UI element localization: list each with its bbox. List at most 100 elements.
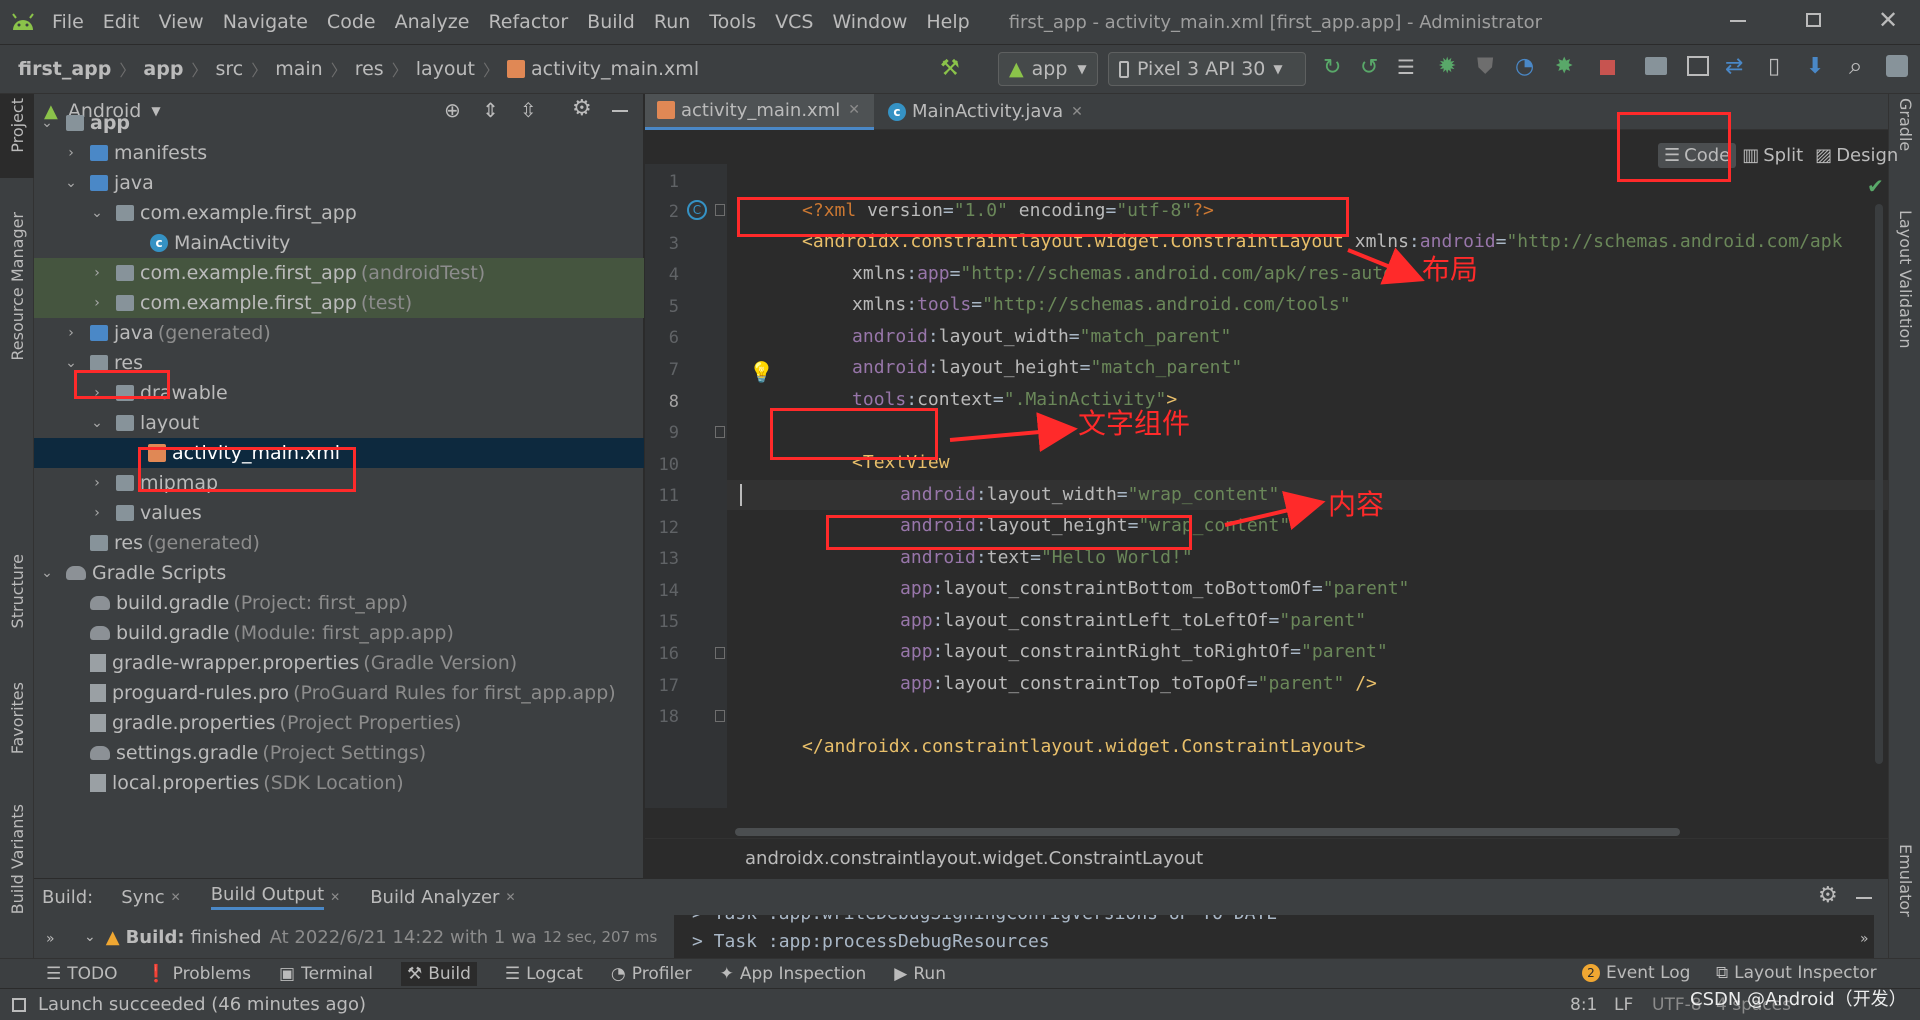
chevron-right-icon[interactable]: › [64,146,78,160]
build-status-row[interactable]: ⌄ ▲ Build: finished At 2022/6/21 14:22 w… [84,923,684,951]
minimize-icon[interactable] [1730,20,1746,22]
breadcrumb-src[interactable]: src [215,58,243,80]
tab-build-output[interactable]: Build Output [210,884,325,910]
debug-icon[interactable]: ✹ [1438,54,1456,79]
stop-icon[interactable] [1600,60,1615,75]
tab-mainactivity-java[interactable]: c MainActivity.java ✕ [874,94,1097,130]
tree-item-gradle-scripts[interactable]: ⌄ Gradle Scripts [34,558,644,588]
search-icon[interactable]: ⌕ [1849,52,1862,80]
horizontal-scrollbar[interactable] [735,828,1680,836]
device-manager-icon[interactable] [1687,56,1709,76]
run-config-dropdown[interactable]: ▲ app ▼ [998,52,1098,86]
chevron-down-icon[interactable]: ⌄ [64,356,78,370]
breadcrumb-res[interactable]: res [355,58,384,80]
xml-path-label[interactable]: androidx.constraintlayout.widget.Constra… [745,848,1203,869]
chevron-down-icon[interactable]: ⌄ [90,206,104,220]
tree-item-package-test[interactable]: › com.example.first_app (test) [34,288,644,318]
expand-icon[interactable]: » [1860,931,1869,947]
line-separator[interactable]: LF [1614,995,1633,1015]
chevron-right-icon[interactable]: › [64,326,78,340]
tab-build-analyzer[interactable]: Build Analyzer [370,887,499,908]
tree-item-settings-gradle[interactable]: settings.gradle (Project Settings) [34,738,644,768]
menu-vcs[interactable]: VCS [775,11,813,33]
tree-item-activity-main-xml[interactable]: activity_main.xml [34,438,644,468]
chevron-right-icon[interactable]: › [90,386,104,400]
tool-window-favorites[interactable]: Favorites [8,682,27,754]
profile-icon[interactable]: ◔ [1515,54,1534,79]
tree-item-values[interactable]: › values [34,498,644,528]
tool-window-project[interactable]: Project [8,98,27,153]
apply-code-changes-icon[interactable]: ↺ [1360,55,1378,80]
design-view-button[interactable]: ▨ Design [1815,145,1898,166]
tab-sync[interactable]: Sync [121,887,164,908]
tool-build[interactable]: ⚒ Build [400,961,477,986]
menu-build[interactable]: Build [587,11,635,33]
split-view-button[interactable]: ▥ Split [1742,145,1803,166]
apply-changes-icon[interactable]: ↻ [1323,55,1341,80]
chevron-right-icon[interactable]: › [90,296,104,310]
tab-activity-main-xml[interactable]: activity_main.xml ✕ [645,93,874,130]
breadcrumb-project[interactable]: first_app [18,58,111,80]
tree-item-mainactivity[interactable]: c MainActivity [34,228,644,258]
breadcrumb-file[interactable]: activity_main.xml [531,58,699,80]
menu-view[interactable]: View [159,11,204,33]
attach-debugger-icon[interactable]: ⛊ [1477,54,1494,79]
menu-navigate[interactable]: Navigate [223,11,308,33]
chevron-down-icon[interactable]: ⌄ [64,176,78,190]
hammer-icon[interactable]: ⚒ [940,56,960,81]
close-tab-icon[interactable]: ✕ [1071,104,1083,120]
tool-logcat[interactable]: ☰ Logcat [505,964,583,984]
gear-icon[interactable]: ⚙ [1818,883,1838,908]
menu-analyze[interactable]: Analyze [395,11,470,33]
sdk-manager-icon[interactable]: ⬇ [1806,54,1824,79]
menu-file[interactable]: File [52,11,84,33]
tree-item-java[interactable]: ⌄ java [34,168,644,198]
chevron-down-icon[interactable]: ⌄ [40,116,54,130]
tool-window-resource-manager[interactable]: Resource Manager [8,212,27,361]
close-tab-icon[interactable]: ✕ [505,890,515,904]
tree-item-layout[interactable]: ⌄ layout [34,408,644,438]
tree-item-res[interactable]: ⌄ res [34,348,644,378]
tree-item-proguard-rules[interactable]: proguard-rules.pro (ProGuard Rules for fi… [34,678,644,708]
breadcrumb-module[interactable]: app [143,58,183,80]
tool-problems[interactable]: ❗ Problems [146,964,252,984]
tool-window-gradle[interactable]: Gradle [1896,98,1915,151]
chevron-down-icon[interactable]: ⌄ [90,416,104,430]
menu-help[interactable]: Help [926,11,969,33]
chevron-right-icon[interactable]: › [90,476,104,490]
attach-process-icon[interactable]: ✸ [1555,54,1573,79]
tree-item-package[interactable]: ⌄ com.example.first_app [34,198,644,228]
device-dropdown[interactable]: Pixel 3 API 30 ▼ [1108,52,1306,86]
menu-code[interactable]: Code [327,11,376,33]
sync-gradle-icon[interactable]: ⇄ [1725,54,1743,79]
tree-item-res-generated[interactable]: res (generated) [34,528,644,558]
menu-run[interactable]: Run [654,11,690,33]
project-structure-icon[interactable] [1645,57,1667,75]
lightbulb-icon[interactable]: 💡 [749,360,774,384]
tree-item-drawable[interactable]: › drawable [34,378,644,408]
tool-layout-inspector[interactable]: ⧉ Layout Inspector [1716,963,1877,983]
tree-item-manifests[interactable]: › manifests [34,138,644,168]
expand-icon[interactable]: » [46,931,55,947]
close-icon[interactable]: ✕ [1878,6,1898,34]
caret-position[interactable]: 8:1 [1570,995,1597,1015]
chevron-right-icon[interactable]: › [90,506,104,520]
tool-profiler[interactable]: ◔ Profiler [611,964,692,984]
tool-window-structure[interactable]: Structure [8,554,27,628]
avd-manager-icon[interactable]: ▯ [1768,54,1780,79]
tree-item-package-androidtest[interactable]: › com.example.first_app (androidTest) [34,258,644,288]
logcat-icon[interactable]: ☰ [1397,55,1415,79]
menu-tools[interactable]: Tools [709,11,756,33]
tool-run[interactable]: ▶ Run [894,964,946,984]
menu-refactor[interactable]: Refactor [488,11,568,33]
tool-app-inspection[interactable]: ✦ App Inspection [720,964,867,984]
tree-item-build-gradle-module[interactable]: build.gradle (Module: first_app.app) [34,618,644,648]
settings-icon[interactable] [1886,55,1908,77]
menu-window[interactable]: Window [832,11,907,33]
close-tab-icon[interactable]: ✕ [330,890,340,904]
breadcrumb-layout[interactable]: layout [416,58,475,80]
close-tab-icon[interactable]: ✕ [171,890,181,904]
tree-item-gradle-wrapper[interactable]: gradle-wrapper.properties (Gradle Version… [34,648,644,678]
close-tab-icon[interactable]: ✕ [848,102,860,118]
tree-item-app[interactable]: ⌄ app [34,108,644,138]
